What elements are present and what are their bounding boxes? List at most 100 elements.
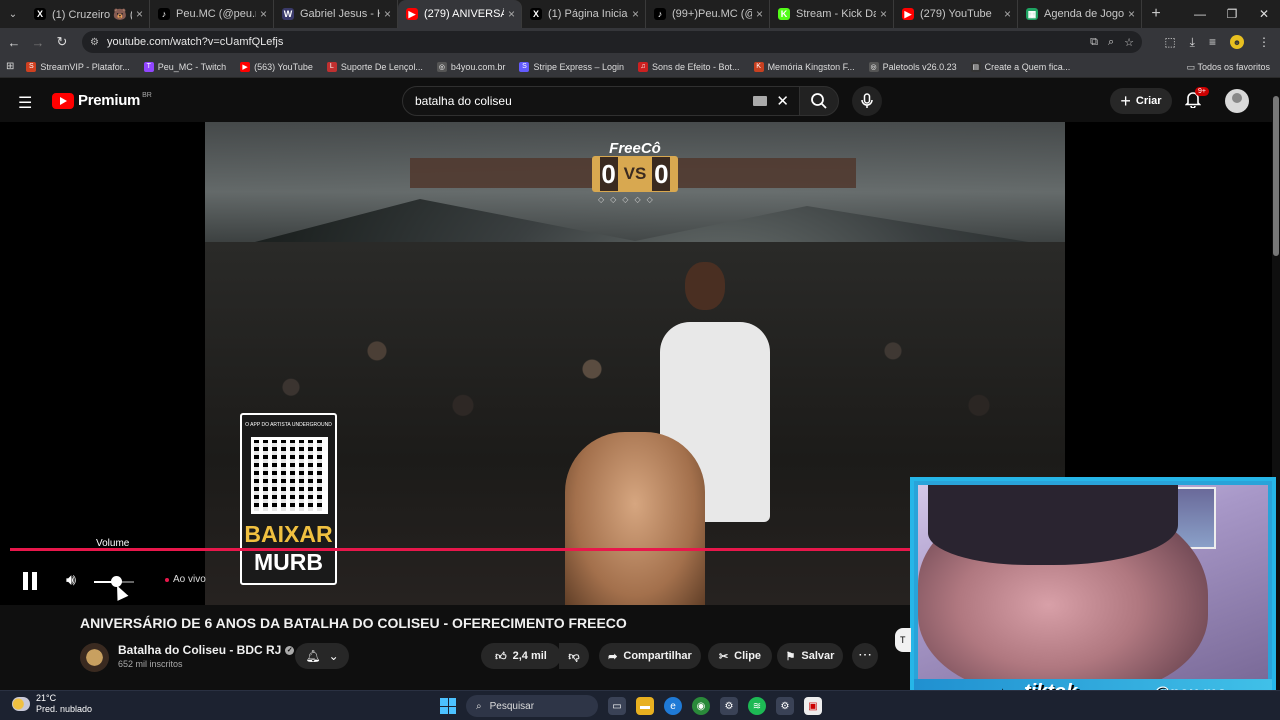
tab-close-icon[interactable]: × [260,7,267,21]
spotify-icon[interactable]: ≋ [748,697,766,715]
extensions-icon[interactable]: ⬚ [1164,35,1175,49]
bookmark-item[interactable]: S StreamVIP - Platafor... [26,61,130,72]
browser-tab[interactable]: ▶ (279) YouTube × [894,0,1018,28]
tab-search-menu-button[interactable]: ⌄ [0,0,26,28]
browser-tab[interactable]: X (1) Cruzeiro 🐻 (@Cr × [26,0,150,28]
minimize-button[interactable]: — [1184,0,1216,28]
task-view-icon[interactable]: ▭ [608,697,626,715]
windows-taskbar: 21°C Pred. nublado ⌕ Pesquisar ▭ ▬ e ◉ ⚙… [0,690,1280,720]
browser-tab[interactable]: ♪ (99+)Peu.MC (@peu. × [646,0,770,28]
site-info-icon[interactable]: ⚙ [90,37,99,48]
browser-tab[interactable]: W Gabriel Jesus - Histó × [274,0,398,28]
all-bookmarks-button[interactable]: ▭ Todos os favoritos [1187,56,1270,78]
windows-start-icon[interactable] [440,698,456,714]
edge-icon[interactable]: e [664,697,682,715]
tab-close-icon[interactable]: × [880,7,887,21]
back-icon[interactable]: ← [2,35,26,50]
bookmark-item[interactable]: ◎ Paletools v26.0.23 [868,61,957,72]
browser-menu-icon[interactable]: ⋮ [1258,35,1270,49]
volume-slider[interactable] [94,576,134,587]
notifications-button[interactable]: 9+ [1184,87,1209,113]
video-app-icon[interactable]: ▣ [804,697,822,715]
tab-close-icon[interactable]: × [508,7,515,21]
keyboard-icon[interactable] [753,96,767,106]
voice-search-button[interactable] [852,86,882,116]
bookmark-item[interactable]: ▶ (563) YouTube [240,61,313,72]
tab-close-icon[interactable]: × [756,7,763,21]
clear-search-icon[interactable]: ✕ [776,92,789,110]
browser-tab[interactable]: ♪ Peu.MC (@peu.mc) | × [150,0,274,28]
weather-widget[interactable]: 21°C Pred. nublado [12,693,92,715]
cast-icon[interactable]: ⧉ [1090,36,1098,49]
channel-name-row[interactable]: Batalha do Coliseu - BDC RJ ✓ [118,643,295,657]
kick-icon: K [778,8,790,20]
more-actions-button[interactable]: ⋯ [852,643,878,669]
like-button[interactable]: 👍︎ 2,4 mil [481,643,561,669]
bookmark-item[interactable]: T Peu_MC - Twitch [143,61,226,72]
progress-bar[interactable] [10,548,910,551]
browser-toolbar-right: ⬚ ⤓ ≡ ☻ ⋮ [1164,28,1270,56]
thumbs-down-icon: 👎︎ [568,650,580,663]
bookmark-item[interactable]: ▤ Create a Quem fica... [970,61,1070,72]
scoreboard-brand: FreeCô [609,140,661,157]
pause-button[interactable] [22,572,38,590]
taskbar-search[interactable]: ⌕ Pesquisar [466,695,598,717]
account-avatar[interactable] [1225,89,1249,113]
zoom-icon[interactable]: ⌕ [1108,36,1114,49]
bookmark-item[interactable]: L Suporte De Lençol... [326,61,423,72]
url-bar[interactable]: ⚙ youtube.com/watch?v=cUamfQLefjs ⧉ ⌕ ☆ [82,31,1142,53]
tab-close-icon[interactable]: × [136,7,143,21]
save-button[interactable]: ⚑ Salvar [777,643,843,669]
subscriber-count: 652 mil inscritos [118,659,183,669]
maximize-button[interactable]: ❐ [1216,0,1248,28]
search-button[interactable] [799,86,839,116]
tab-close-icon[interactable]: × [1128,7,1135,21]
volume-icon[interactable]: 🔊︎ [66,572,76,590]
subscription-notifications-button[interactable]: 🔔︎ ⌄ [295,643,349,669]
clip-button[interactable]: ✂ Clipe [708,643,772,669]
plus-icon: + [1120,91,1131,111]
bookmark-favicon-icon: ▤ [970,61,981,72]
reading-list-icon[interactable]: ≡ [1209,35,1216,49]
share-button[interactable]: ➦ Compartilhar [599,643,701,669]
menu-icon[interactable]: ☰ [18,93,32,113]
browser-tab[interactable]: ▶ (279) ANIVERSÁR × [398,0,522,28]
tab-close-icon[interactable]: × [384,7,391,21]
scrollbar-thumb[interactable] [1273,96,1279,256]
bookmark-item[interactable]: S Stripe Express – Login [519,61,624,72]
sidebar-peek-chip[interactable]: T [895,628,911,652]
new-tab-button[interactable]: + [1142,5,1170,23]
score-left: 0 [599,157,618,191]
dislike-button[interactable]: 👎︎ [559,643,589,669]
settings-icon[interactable]: ⚙ [720,697,738,715]
bookmark-item[interactable]: ◎ b4you.com.br [436,61,505,72]
bookmark-label: Suporte De Lençol... [340,61,423,72]
search-input[interactable]: batalha do coliseu ✕ [402,86,800,116]
create-label: Criar [1135,95,1162,107]
browser-tab[interactable]: X (1) Página Inicial / X × [522,0,646,28]
profile-icon[interactable]: ☻ [1230,35,1244,49]
tab-close-icon[interactable]: × [632,7,639,21]
browser-tab[interactable]: ▦ Agenda de Jogos de × [1018,0,1142,28]
tab-close-icon[interactable]: × [1004,7,1011,21]
bookmark-star-icon[interactable]: ☆ [1124,36,1134,49]
create-button[interactable]: + Criar [1110,88,1172,114]
tab-title: (279) YouTube [920,8,992,20]
download-icon[interactable]: ⤓ [1190,35,1195,50]
channel-avatar[interactable] [80,643,109,672]
close-window-button[interactable]: ✕ [1248,0,1280,28]
apps-grid-icon[interactable]: ⊞ [6,61,14,72]
browser-tab[interactable]: K Stream - Kick Dashbo × [770,0,894,28]
file-explorer-icon[interactable]: ▬ [636,697,654,715]
app-icon[interactable]: ⚙ [776,697,794,715]
reload-icon[interactable]: ↻ [50,34,74,50]
channel-name[interactable]: Batalha do Coliseu - BDC RJ [118,643,281,657]
chrome-icon[interactable]: ◉ [692,697,710,715]
bookmark-item[interactable]: K Memória Kingston F... [753,61,855,72]
live-indicator[interactable]: Ao vivo [165,574,206,585]
youtube-premium-logo[interactable]: Premium BR [52,92,152,109]
bookmark-item[interactable]: ♫ Sons de Efeito - Bot... [638,61,740,72]
taskbar-center: ⌕ Pesquisar ▭ ▬ e ◉ ⚙ ≋ ⚙ ▣ [440,694,822,718]
forward-icon[interactable]: → [26,35,50,50]
notification-badge: 9+ [1195,87,1209,96]
